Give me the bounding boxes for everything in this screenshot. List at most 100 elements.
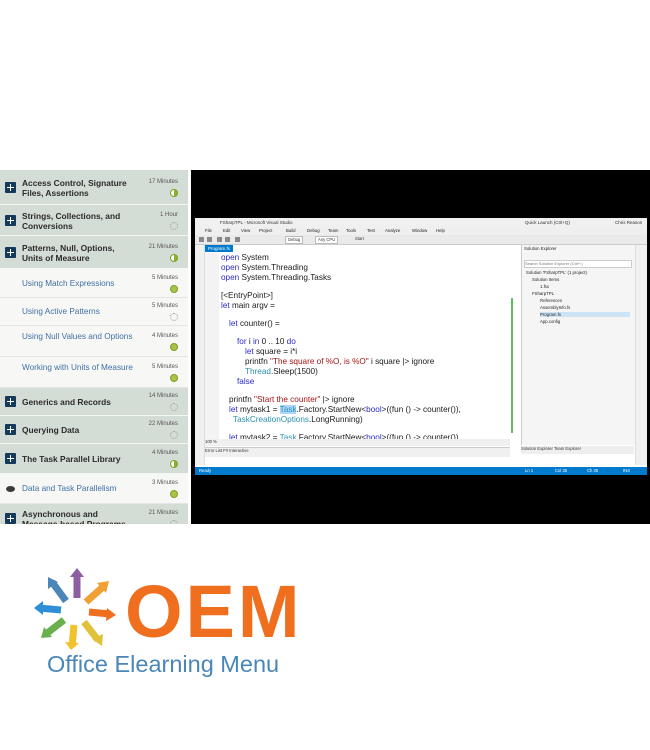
course-section[interactable]: Access Control, Signature Files, Asserti…: [0, 170, 188, 205]
code-line: TaskCreationOptions.LongRunning): [233, 415, 363, 424]
vs-menu-item: Project: [259, 228, 273, 233]
vs-menu-item: Edit: [223, 228, 231, 233]
visual-studio-screenshot: FSharpTPL - Microsoft Visual Studio Quic…: [195, 218, 647, 475]
vs-left-tool-strip: [195, 245, 205, 465]
progress-status-icon: [170, 189, 178, 197]
vs-menu-item: File: [205, 228, 212, 233]
se-node: App.config: [540, 319, 561, 324]
lesson-title[interactable]: Using Null Values and Options: [22, 332, 134, 342]
vs-menu-item: Team: [328, 228, 339, 233]
vs-title-bar: FSharpTPL - Microsoft Visual Studio Quic…: [195, 218, 647, 227]
lesson-title[interactable]: Using Active Patterns: [22, 307, 134, 317]
progress-status-icon: [170, 403, 178, 411]
section-title: Access Control, Signature Files, Asserti…: [22, 178, 127, 198]
video-player[interactable]: FSharpTPL - Microsoft Visual Studio Quic…: [191, 170, 650, 524]
section-title: Strings, Collections, and Conversions: [22, 211, 121, 231]
course-lesson[interactable]: Using Null Values and Options 4 Minutes: [0, 326, 188, 357]
vs-menu-item: Help: [436, 228, 445, 233]
duration-label: 5 Minutes: [151, 364, 178, 370]
expand-icon[interactable]: [5, 247, 16, 258]
lesson-title[interactable]: Working with Units of Measure: [22, 363, 134, 373]
se-node: 1.fsx: [540, 284, 550, 289]
course-lesson[interactable]: Using Active Patterns 5 Minutes: [0, 298, 188, 326]
solution-explorer: Solution Explorer Search Solution Explor…: [521, 245, 635, 445]
current-lesson-icon: [6, 486, 15, 492]
code-line: printfn "The square of %O, is %O" i squa…: [245, 357, 435, 366]
duration-label: 4 Minutes: [151, 333, 178, 339]
progress-status-icon: [170, 285, 178, 293]
expand-icon[interactable]: [5, 182, 16, 193]
back-icon: [199, 237, 204, 242]
duration-label: 21 Minutes: [148, 244, 178, 250]
expand-icon[interactable]: [5, 396, 16, 407]
course-section[interactable]: Generics and Records 14 Minutes: [0, 388, 188, 416]
section-title: Querying Data: [22, 425, 80, 435]
solution-explorer-header: Solution Explorer: [524, 246, 557, 251]
forward-icon: [207, 237, 212, 242]
progress-status-icon: [170, 313, 178, 321]
vs-menu-item: Build: [286, 228, 296, 233]
section-title: The Task Parallel Library: [22, 454, 121, 464]
duration-label: 1 Hour: [159, 212, 178, 218]
vs-right-tool-strip: [635, 245, 647, 465]
expand-icon[interactable]: [5, 215, 16, 226]
se-node: FSharpTPL: [532, 291, 554, 296]
course-outline-sidebar: Access Control, Signature Files, Asserti…: [0, 170, 188, 524]
vs-menu-item: Tools: [346, 228, 357, 233]
duration-label: 3 Minutes: [151, 480, 178, 486]
code-line: open System.Threading: [221, 263, 308, 272]
code-line: let main argv =: [221, 301, 275, 310]
vs-status-bar: Ready Ln 1 Col 35 Ch 35 INS: [195, 467, 647, 475]
start-button: Start: [355, 236, 364, 241]
progress-status-icon: [170, 460, 178, 468]
code-editor: open System open System.Threading open S…: [205, 253, 513, 442]
progress-status-icon: [170, 343, 178, 351]
course-section[interactable]: Patterns, Null, Options, Units of Measur…: [0, 236, 188, 269]
code-line: let counter() =: [229, 319, 280, 328]
platform-select: Any CPU: [315, 236, 339, 244]
code-line: let mytask1 = Task.Factory.StartNew<bool…: [229, 405, 461, 414]
progress-status-icon: [170, 374, 178, 382]
progress-status-icon: [170, 222, 178, 230]
code-line: [<EntryPoint>]: [221, 291, 273, 300]
section-title: Generics and Records: [22, 397, 111, 407]
se-node: References: [540, 298, 562, 303]
code-line: open System: [221, 253, 269, 262]
expand-icon[interactable]: [5, 453, 16, 464]
se-node: Solution Items: [532, 277, 560, 282]
se-node-selected: Program.fs: [540, 312, 630, 317]
progress-status-icon: [170, 431, 178, 439]
vs-menu-item: Analyze: [385, 228, 401, 233]
code-line: let square = i*i: [245, 347, 298, 356]
code-line: Thread.Sleep(1500): [245, 367, 318, 376]
course-section[interactable]: Asynchronous and Message-based Programs 2…: [0, 504, 188, 524]
save-icon: [217, 237, 222, 242]
vs-document-tab: Program.fs: [205, 245, 234, 252]
se-node: AssemblyInfo.fs: [540, 305, 571, 310]
vs-window-title: FSharpTPL - Microsoft Visual Studio: [220, 220, 293, 225]
section-title: Asynchronous and Message-based Programs: [22, 509, 126, 524]
vs-menu-item: Window: [412, 228, 428, 233]
course-section[interactable]: Querying Data 22 Minutes: [0, 416, 188, 444]
vs-user-name: Chris Reason: [615, 220, 643, 225]
duration-label: 17 Minutes: [148, 179, 178, 185]
expand-icon[interactable]: [5, 513, 16, 524]
vs-menu-item: Debug: [307, 228, 320, 233]
duration-label: 5 Minutes: [151, 303, 178, 309]
oem-logo-subtitle: Office Elearning Menu: [47, 651, 280, 677]
duration-label: 21 Minutes: [148, 510, 178, 516]
change-tracking-bar: [511, 298, 513, 433]
lesson-title[interactable]: Data and Task Parallelism: [22, 484, 134, 494]
course-lesson[interactable]: Working with Units of Measure 5 Minutes: [0, 357, 188, 388]
course-lesson[interactable]: Data and Task Parallelism 3 Minutes: [0, 474, 188, 504]
duration-label: 4 Minutes: [151, 450, 178, 456]
expand-icon[interactable]: [5, 424, 16, 435]
vs-menu-item: View: [241, 228, 251, 233]
course-section[interactable]: Strings, Collections, and Conversions 1 H…: [0, 205, 188, 236]
course-lesson[interactable]: Using Match Expressions 5 Minutes: [0, 269, 188, 298]
duration-label: 22 Minutes: [148, 421, 178, 427]
editor-zoom-level: 100 %: [205, 439, 510, 446]
oem-logo-icon: [34, 568, 116, 650]
course-section[interactable]: The Task Parallel Library 4 Minutes: [0, 444, 188, 474]
lesson-title[interactable]: Using Match Expressions: [22, 279, 134, 289]
